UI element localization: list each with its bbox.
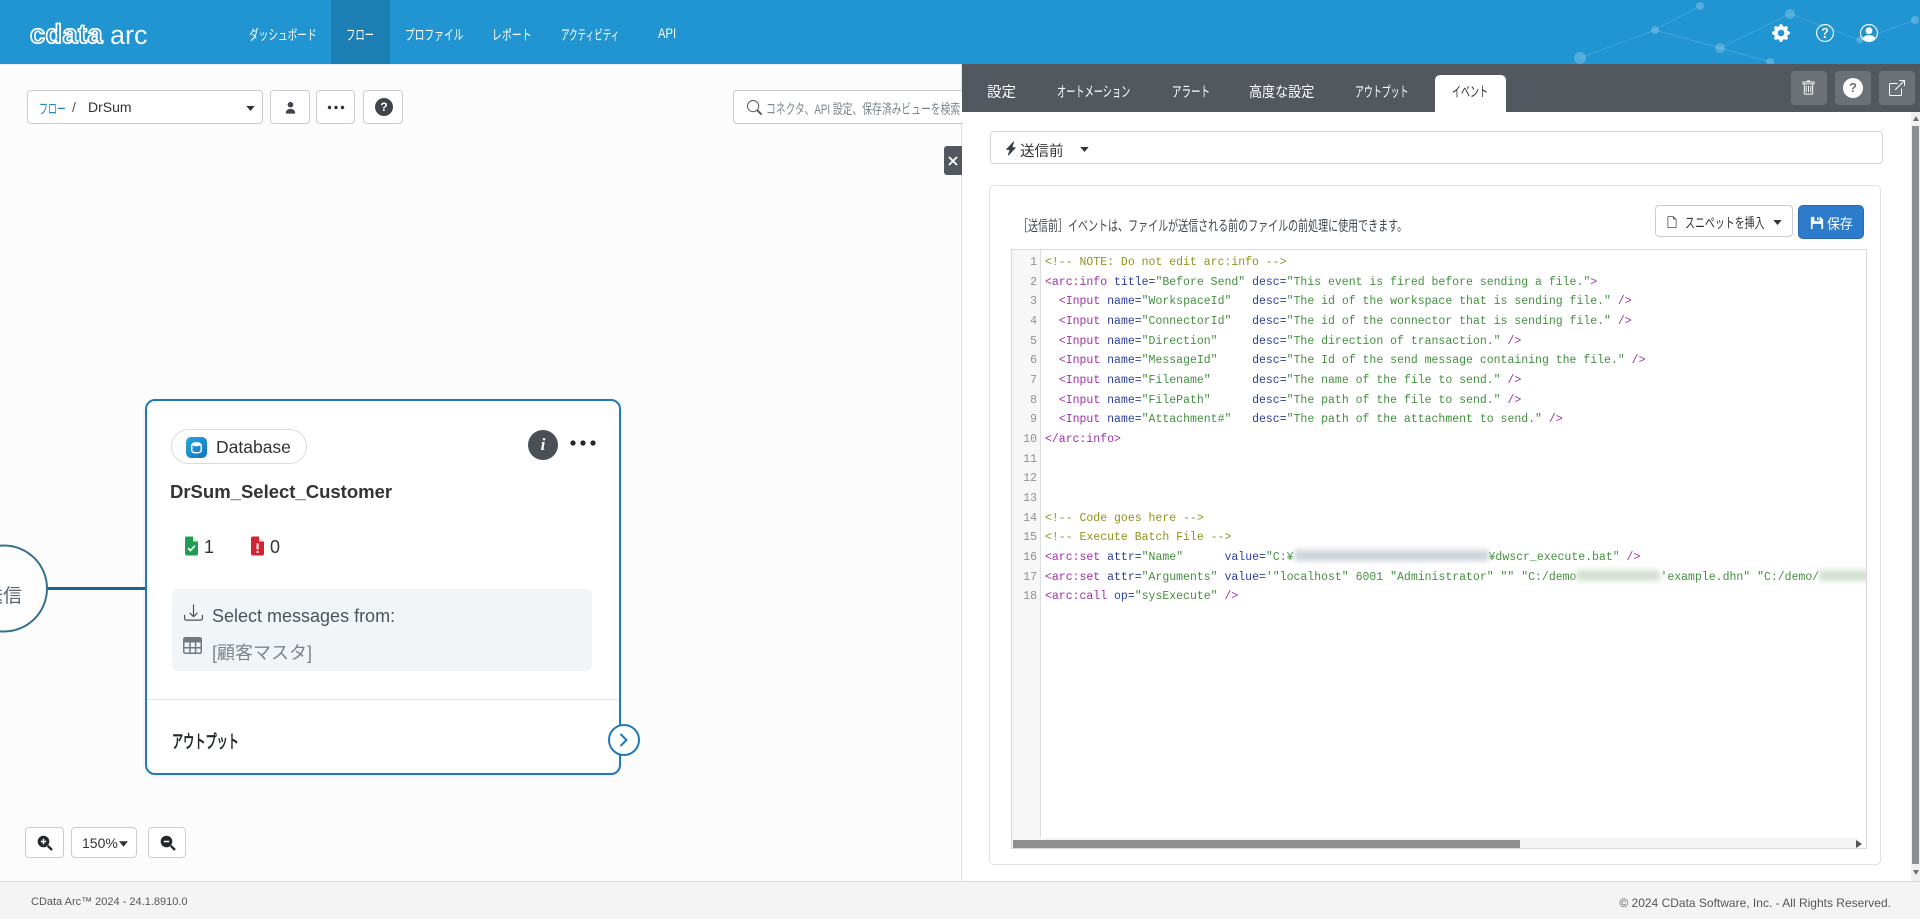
svg-text:cdata: cdata: [30, 19, 104, 49]
svg-text:arc: arc: [110, 20, 148, 50]
svg-text:送信: 送信: [0, 585, 22, 607]
